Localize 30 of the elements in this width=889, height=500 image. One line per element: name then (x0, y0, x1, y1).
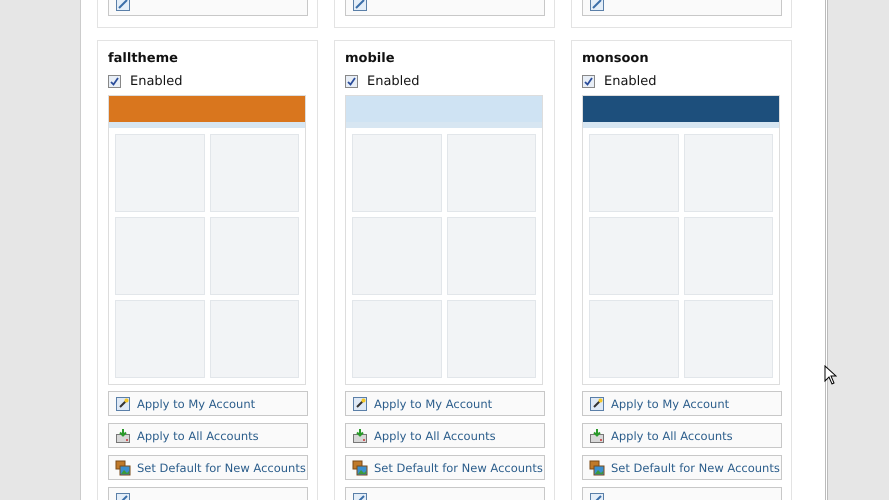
wand-document-icon (352, 396, 368, 412)
style-action-button[interactable]: Apply to My Account (108, 391, 308, 416)
edit-document-icon (352, 0, 368, 12)
enabled-checkbox[interactable] (582, 75, 595, 88)
enabled-checkbox[interactable] (108, 75, 121, 88)
theme-name: falltheme (108, 51, 179, 66)
style-action-button[interactable]: Set Default for New Accounts (345, 455, 545, 480)
theme-name: mobile (345, 51, 396, 66)
enabled-checkbox[interactable] (345, 75, 358, 88)
enabled-label: Enabled (367, 74, 420, 89)
pictures-icon (589, 460, 605, 476)
style-action-button[interactable]: Apply to All Accounts (108, 423, 308, 448)
pictures-icon (115, 460, 131, 476)
enabled-label: Enabled (130, 74, 183, 89)
style-action-button[interactable]: Apply to My Account (582, 391, 782, 416)
download-box-icon (115, 428, 131, 444)
wand-document-icon (589, 396, 605, 412)
style-action-button[interactable]: Apply to My Account (345, 391, 545, 416)
edit-document-icon (115, 0, 131, 12)
theme-name: monsoon (582, 51, 650, 66)
wand-document-icon (115, 396, 131, 412)
download-box-icon (589, 428, 605, 444)
edit-document-icon (589, 0, 605, 12)
style-action-button[interactable]: Set Default for New Accounts (108, 455, 308, 480)
style-action-button[interactable]: Set Default for New Accounts (582, 455, 782, 480)
download-box-icon (352, 428, 368, 444)
enabled-label: Enabled (604, 74, 657, 89)
style-action-button[interactable]: Apply to All Accounts (345, 423, 545, 448)
pictures-icon (352, 460, 368, 476)
style-action-button[interactable]: Apply to All Accounts (582, 423, 782, 448)
